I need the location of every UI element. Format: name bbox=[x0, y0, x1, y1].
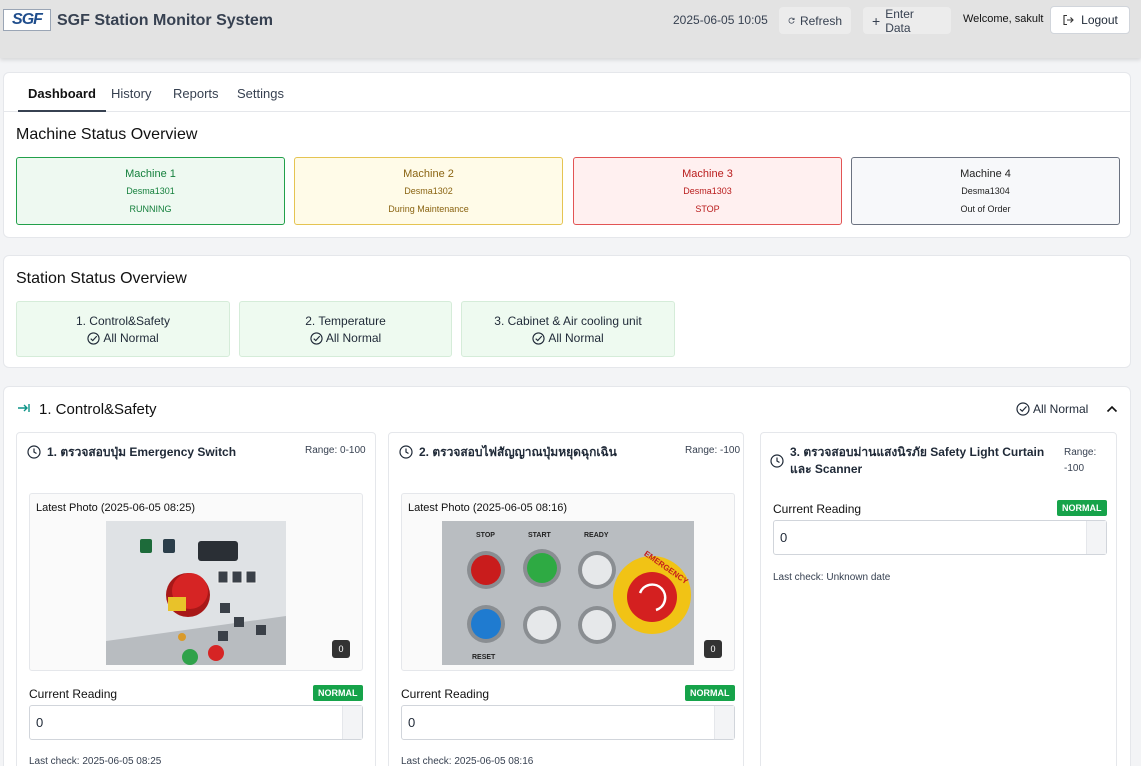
section-status: All Normal bbox=[1016, 402, 1088, 416]
check-panel-3: 3. ตรวจสอบม่านแสงนิรภัย Safety Light Cur… bbox=[760, 432, 1117, 766]
refresh-button[interactable]: Refresh bbox=[779, 7, 851, 34]
app-title: SGF Station Monitor System bbox=[57, 12, 274, 29]
machine-status-overview: Machine Status Overview Machine 1 Desma1… bbox=[3, 112, 1131, 238]
section-title: 1. Control&Safety bbox=[39, 401, 157, 418]
check-range: Range: -100 bbox=[1064, 447, 1097, 474]
emergency-switch-photo[interactable] bbox=[106, 521, 286, 665]
plus-icon: + bbox=[872, 12, 881, 29]
control-safety-section: 1. Control&Safety All Normal 1. ตรวจสอบป… bbox=[3, 386, 1131, 766]
svg-text:STOP: STOP bbox=[476, 532, 495, 539]
check-title: 1. ตรวจสอบปุ่ม Emergency Switch bbox=[27, 444, 236, 461]
last-check-text: Last check: 2025-06-05 08:25 bbox=[29, 756, 162, 766]
tab-history[interactable]: History bbox=[111, 86, 151, 101]
last-check-text: Last check: 2025-06-05 08:16 bbox=[401, 756, 534, 766]
machine-code: Desma1304 bbox=[961, 186, 1010, 196]
current-reading-label: Current Reading bbox=[401, 687, 490, 701]
station-name: 2. Temperature bbox=[305, 314, 386, 328]
reading-input-addon bbox=[714, 706, 734, 739]
svg-text:READY: READY bbox=[584, 532, 609, 539]
top-bar: SGF SGF Station Monitor System 2025-06-0… bbox=[0, 0, 1141, 58]
section-title: Station Status Overview bbox=[16, 270, 187, 287]
machine-card-2[interactable]: Machine 2 Desma1302 During Maintenance bbox=[294, 157, 563, 225]
machine-card-1[interactable]: Machine 1 Desma1301 RUNNING bbox=[16, 157, 285, 225]
machine-status: RUNNING bbox=[129, 204, 172, 214]
clock-icon bbox=[770, 454, 784, 468]
reading-input-addon bbox=[342, 706, 362, 739]
station-card-1[interactable]: 1. Control&Safety All Normal bbox=[16, 301, 230, 357]
machine-card-3[interactable]: Machine 3 Desma1303 STOP bbox=[573, 157, 842, 225]
svg-text:RESET: RESET bbox=[472, 654, 496, 661]
clock-icon bbox=[27, 445, 41, 459]
check-title: 2. ตรวจสอบไฟสัญญาณปุ่มหยุดฉุกเฉิน bbox=[399, 444, 617, 461]
logout-icon bbox=[1063, 14, 1074, 26]
arrow-right-icon bbox=[17, 401, 31, 418]
machine-name: Machine 3 bbox=[682, 168, 733, 180]
tab-reports[interactable]: Reports bbox=[173, 86, 219, 101]
machine-code: Desma1302 bbox=[404, 186, 453, 196]
machine-status: During Maintenance bbox=[388, 204, 469, 214]
reading-input-addon bbox=[1086, 521, 1106, 554]
check-circle-icon bbox=[1016, 402, 1030, 416]
machine-name: Machine 1 bbox=[125, 168, 176, 180]
status-badge: NORMAL bbox=[1057, 500, 1107, 516]
clock-icon bbox=[399, 445, 413, 459]
status-badge: NORMAL bbox=[313, 685, 363, 701]
check-panel-2: 2. ตรวจสอบไฟสัญญาณปุ่มหยุดฉุกเฉิน Range:… bbox=[388, 432, 744, 766]
svg-text:START: START bbox=[528, 532, 552, 539]
check-range: Range: 0-100 bbox=[305, 445, 366, 456]
logout-button[interactable]: Logout bbox=[1050, 6, 1130, 34]
latest-photo-box: Latest Photo (2025-06-05 08:16) STOP STA… bbox=[401, 493, 735, 671]
station-name: 1. Control&Safety bbox=[75, 314, 171, 328]
reading-input[interactable]: 0 bbox=[401, 705, 735, 740]
last-check-text: Last check: Unknown date bbox=[773, 572, 891, 583]
collapse-chevron-up-icon[interactable] bbox=[1105, 402, 1119, 421]
machine-name: Machine 4 bbox=[960, 168, 1011, 180]
machine-code: Desma1303 bbox=[683, 186, 732, 196]
current-reading-label: Current Reading bbox=[29, 687, 118, 701]
station-status-overview: Station Status Overview 1. Control&Safet… bbox=[3, 255, 1131, 368]
enter-data-button[interactable]: + Enter Data bbox=[863, 7, 951, 35]
sgf-logo: SGF bbox=[3, 9, 51, 31]
welcome-text: Welcome, sakult bbox=[963, 13, 1044, 25]
reading-input[interactable]: 0 bbox=[29, 705, 363, 740]
photo-count-badge: 0 bbox=[704, 640, 722, 658]
tab-bar: Dashboard History Reports Settings bbox=[3, 72, 1131, 112]
reading-input[interactable]: 0 bbox=[773, 520, 1107, 555]
station-name: 3. Cabinet & Air cooling unit bbox=[494, 314, 642, 328]
station-status: All Normal bbox=[548, 331, 604, 345]
emergency-buttons-photo[interactable]: STOP START READY RESET EMERGENCY bbox=[442, 521, 694, 665]
machine-card-4[interactable]: Machine 4 Desma1304 Out of Order bbox=[851, 157, 1120, 225]
station-status: All Normal bbox=[103, 331, 159, 345]
station-card-3[interactable]: 3. Cabinet & Air cooling unit All Normal bbox=[461, 301, 675, 357]
check-circle-icon bbox=[310, 331, 323, 345]
check-circle-icon bbox=[532, 331, 545, 345]
machine-code: Desma1301 bbox=[126, 186, 175, 196]
check-title: 3. ตรวจสอบม่านแสงนิรภัย Safety Light Cur… bbox=[770, 444, 1052, 478]
tab-dashboard[interactable]: Dashboard bbox=[18, 86, 106, 112]
tab-settings[interactable]: Settings bbox=[237, 86, 284, 101]
section-title: Machine Status Overview bbox=[16, 126, 198, 143]
station-card-2[interactable]: 2. Temperature All Normal bbox=[239, 301, 452, 357]
status-badge: NORMAL bbox=[685, 685, 735, 701]
check-circle-icon bbox=[87, 331, 100, 345]
refresh-icon bbox=[788, 17, 795, 24]
machine-status: Out of Order bbox=[960, 204, 1011, 214]
photo-label: Latest Photo (2025-06-05 08:25) bbox=[36, 502, 196, 514]
check-range: Range: -100 bbox=[685, 445, 741, 456]
machine-status: STOP bbox=[695, 204, 720, 214]
check-panel-1: 1. ตรวจสอบปุ่ม Emergency Switch Range: 0… bbox=[16, 432, 376, 766]
machine-name: Machine 2 bbox=[403, 168, 454, 180]
current-datetime: 2025-06-05 10:05 bbox=[673, 13, 768, 27]
photo-count-badge: 0 bbox=[332, 640, 350, 658]
station-status: All Normal bbox=[325, 331, 382, 345]
current-reading-label: Current Reading bbox=[773, 502, 862, 516]
photo-label: Latest Photo (2025-06-05 08:16) bbox=[408, 502, 568, 514]
latest-photo-box: Latest Photo (2025-06-05 08:25) 0 bbox=[29, 493, 363, 671]
